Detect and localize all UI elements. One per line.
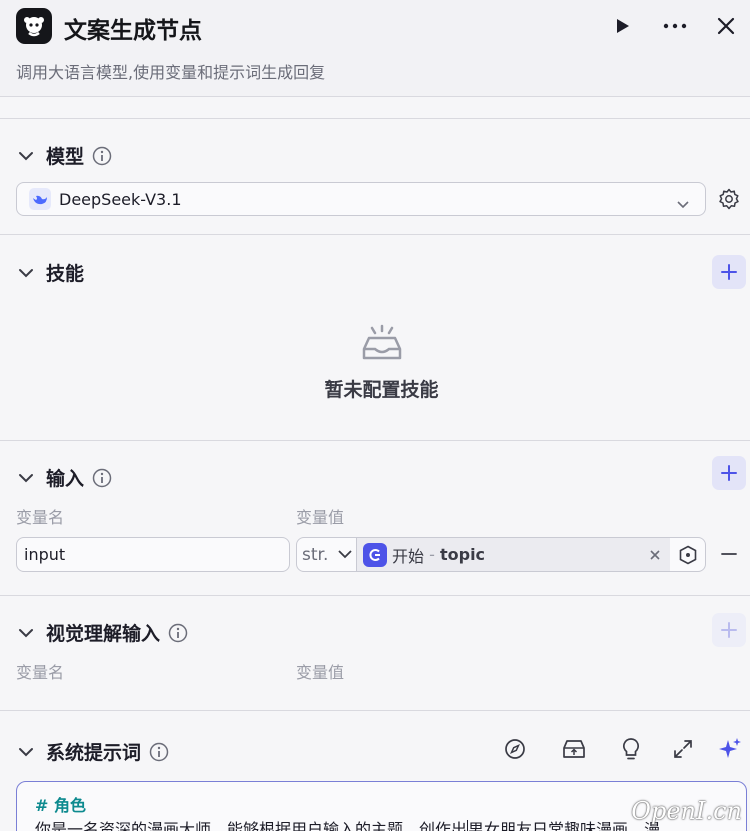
chevron-down-icon[interactable] bbox=[16, 468, 36, 488]
add-skill-button[interactable] bbox=[712, 255, 746, 289]
variable-value-field[interactable]: str. 开始 - topic bbox=[296, 537, 706, 572]
vision-section-header[interactable]: 视觉理解输入 bbox=[16, 619, 188, 646]
input-section-header[interactable]: 输入 bbox=[16, 464, 112, 491]
watermark-text: OpenI.cn bbox=[631, 797, 742, 825]
variable-type-value: str. bbox=[302, 544, 329, 565]
prompt-library-button[interactable] bbox=[562, 738, 586, 760]
skills-empty-text: 暂未配置技能 bbox=[324, 379, 439, 401]
prompt-line-heading: # 角色 bbox=[35, 796, 86, 815]
input-section: 输入 变量名 变量值 input str. 开始 - topic bbox=[0, 441, 750, 596]
more-button[interactable] bbox=[661, 12, 689, 40]
chevron-down-icon[interactable] bbox=[16, 742, 36, 762]
gear-icon bbox=[719, 188, 739, 210]
variable-reference-tag[interactable]: 开始 - topic bbox=[357, 538, 670, 571]
add-input-button[interactable] bbox=[712, 456, 746, 490]
prompt-line-text: 你是一名资深的漫画大师，能够根据用户输入的主题，创作出男女朋友日常趣味漫画，漫 bbox=[35, 816, 725, 831]
library-upload-icon bbox=[563, 740, 585, 758]
node-title[interactable]: 文案生成节点 bbox=[64, 11, 202, 45]
prompt-text-before-cursor: 你是一名资深的漫画大师，能够根据用户输入的主题，创作出 bbox=[35, 820, 468, 831]
add-vision-input-button[interactable] bbox=[712, 613, 746, 647]
ai-generate-prompt-button[interactable] bbox=[718, 737, 742, 761]
run-button[interactable] bbox=[608, 12, 636, 40]
deepseek-logo-icon bbox=[29, 188, 51, 210]
explore-prompt-button[interactable] bbox=[504, 738, 526, 760]
node-header: 文案生成节点 调用大语言模型,使用变量和提示词生成回复 bbox=[0, 0, 750, 97]
model-settings-button[interactable] bbox=[718, 188, 742, 212]
model-section-header[interactable]: 模型 bbox=[16, 142, 112, 169]
model-select[interactable]: DeepSeek-V3.1 bbox=[16, 182, 706, 216]
skills-section: 技能 暂未配置技能 bbox=[0, 235, 750, 441]
remove-input-button[interactable] bbox=[721, 545, 739, 563]
variable-type-select[interactable]: str. bbox=[297, 538, 357, 571]
close-button[interactable] bbox=[712, 12, 740, 40]
lightbulb-icon bbox=[622, 738, 640, 760]
plus-icon bbox=[721, 264, 737, 280]
variable-picker-icon bbox=[679, 545, 696, 564]
model-select-value: DeepSeek-V3.1 bbox=[59, 189, 182, 209]
expand-editor-button[interactable] bbox=[673, 739, 693, 759]
skills-section-header[interactable]: 技能 bbox=[16, 259, 84, 286]
sparkle-icon bbox=[719, 738, 741, 758]
reference-source: 开始 bbox=[392, 546, 425, 566]
variable-picker-button[interactable] bbox=[670, 538, 705, 571]
node-subtitle: 调用大语言模型,使用变量和提示词生成回复 bbox=[16, 63, 326, 82]
vision-input-section: 视觉理解输入 变量名 变量值 bbox=[0, 596, 750, 711]
column-header-value: 变量值 bbox=[296, 508, 345, 527]
empty-inbox-icon bbox=[362, 324, 402, 360]
info-icon[interactable] bbox=[92, 146, 112, 166]
compass-icon bbox=[505, 739, 525, 759]
plus-icon bbox=[721, 465, 737, 481]
model-section-title: 模型 bbox=[46, 146, 85, 168]
reference-variable: topic bbox=[439, 545, 486, 564]
skills-section-title: 技能 bbox=[46, 263, 85, 285]
chevron-down-icon bbox=[677, 194, 689, 213]
vision-section-title: 视觉理解输入 bbox=[46, 623, 161, 645]
chevron-down-icon bbox=[338, 550, 352, 559]
column-header-name: 变量名 bbox=[16, 663, 65, 682]
info-icon[interactable] bbox=[168, 623, 188, 643]
chevron-down-icon[interactable] bbox=[16, 263, 36, 283]
more-icon bbox=[663, 23, 687, 29]
plus-icon bbox=[721, 622, 737, 638]
variable-name-input[interactable]: input bbox=[16, 537, 290, 572]
model-section: 模型 DeepSeek-V3.1 bbox=[0, 119, 750, 235]
close-icon bbox=[717, 17, 735, 35]
info-icon[interactable] bbox=[92, 468, 112, 488]
clear-reference-icon[interactable] bbox=[650, 550, 660, 560]
column-header-name: 变量名 bbox=[16, 508, 65, 527]
play-icon bbox=[617, 19, 629, 33]
column-header-value: 变量值 bbox=[296, 663, 345, 682]
chevron-down-icon[interactable] bbox=[16, 623, 36, 643]
system-prompt-header[interactable]: 系统提示词 bbox=[16, 738, 169, 765]
section-divider bbox=[0, 97, 750, 119]
node-logo-icon bbox=[16, 8, 52, 44]
expand-icon bbox=[674, 740, 692, 758]
reference-separator: - bbox=[424, 545, 440, 564]
start-node-icon bbox=[363, 542, 387, 567]
variable-name-value: input bbox=[24, 545, 66, 564]
minus-icon bbox=[721, 553, 737, 555]
system-prompt-title: 系统提示词 bbox=[46, 742, 142, 764]
input-section-title: 输入 bbox=[46, 468, 85, 490]
chevron-down-icon[interactable] bbox=[16, 146, 36, 166]
prompt-tips-button[interactable] bbox=[621, 737, 641, 761]
info-icon[interactable] bbox=[149, 742, 169, 762]
